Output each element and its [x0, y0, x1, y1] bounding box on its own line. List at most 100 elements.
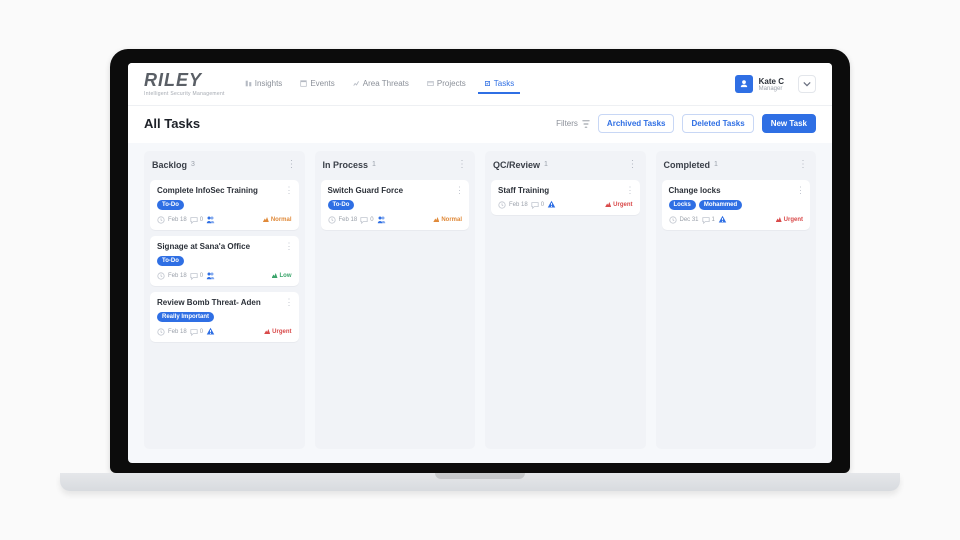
card-comments: 0: [200, 329, 203, 335]
user-role: Manager: [759, 86, 784, 92]
toolbar: All Tasks Filters Archived Tasks Deleted…: [128, 106, 832, 143]
task-card[interactable]: ⋮Change locksLocksMohammedDec 311Urgent: [662, 180, 811, 230]
card-title: Change locks: [669, 186, 804, 195]
card-date: Feb 18: [168, 273, 187, 279]
kanban-board: Backlog3⋮⋮Complete InfoSec TrainingTo-Do…: [128, 143, 832, 463]
card-meta: Dec 311Urgent: [669, 215, 804, 224]
nav-item-tasks[interactable]: Tasks: [478, 75, 520, 94]
users-icon: [206, 215, 215, 224]
clock-icon: [328, 216, 336, 224]
user-menu-button[interactable]: [798, 75, 816, 93]
card-menu-button[interactable]: ⋮: [285, 241, 294, 252]
column-qc-review: QC/Review1⋮⋮Staff TrainingFeb 180Urgent: [485, 151, 646, 449]
card-title: Review Bomb Threat- Aden: [157, 298, 292, 307]
avatar: [735, 75, 753, 93]
nav-item-projects[interactable]: Projects: [421, 75, 472, 94]
nav-icon: [245, 80, 252, 87]
nav-item-area-threats[interactable]: Area Threats: [347, 75, 415, 94]
card-date: Feb 18: [509, 202, 528, 208]
column-menu-button[interactable]: ⋮: [457, 159, 467, 170]
card-meta: Feb 180Low: [157, 271, 292, 280]
column-count: 3: [191, 161, 195, 168]
card-tags: To-Do: [157, 256, 292, 266]
column-menu-button[interactable]: ⋮: [628, 159, 638, 170]
nav-label: Insights: [255, 79, 283, 88]
card-title: Switch Guard Force: [328, 186, 463, 195]
column-header: Backlog3⋮: [150, 157, 299, 174]
clock-icon: [498, 201, 506, 209]
card-title: Staff Training: [498, 186, 633, 195]
alert-icon: [547, 200, 556, 209]
card-date: Dec 31: [680, 217, 699, 223]
nav-item-events[interactable]: Events: [294, 75, 340, 94]
tag: Locks: [669, 200, 696, 210]
laptop-base: [60, 473, 900, 491]
card-comments: 1: [712, 217, 715, 223]
card-menu-button[interactable]: ⋮: [455, 185, 464, 196]
chevron-down-icon: [803, 80, 811, 88]
card-tags: To-Do: [328, 200, 463, 210]
column-menu-button[interactable]: ⋮: [287, 159, 297, 170]
priority-badge: Normal: [263, 217, 292, 223]
column-header: QC/Review1⋮: [491, 157, 640, 174]
task-card[interactable]: ⋮Switch Guard Force To-Do Feb 180Normal: [321, 180, 470, 230]
tag: To-Do: [157, 200, 184, 210]
column-backlog: Backlog3⋮⋮Complete InfoSec TrainingTo-Do…: [144, 151, 305, 449]
card-tags: LocksMohammed: [669, 200, 804, 210]
column-in-process: In Process1⋮⋮Switch Guard ForceTo-DoFeb …: [315, 151, 476, 449]
filters-label: Filters: [556, 119, 578, 128]
column-header: Completed1 ⋮: [662, 157, 811, 174]
users-icon: [206, 271, 215, 280]
column-menu-button[interactable]: ⋮: [798, 159, 808, 170]
app-screen: RILEY Intelligent Security Management In…: [128, 63, 832, 463]
nav-icon: [427, 80, 434, 87]
card-meta: Feb 18 0 Normal: [157, 215, 292, 224]
card-comments: 0: [370, 217, 373, 223]
task-card[interactable]: ⋮Staff TrainingFeb 180Urgent: [491, 180, 640, 215]
filters-button[interactable]: Filters: [556, 119, 590, 128]
brand-name: RILEY: [144, 70, 202, 90]
task-card[interactable]: ⋮Complete InfoSec TrainingTo-DoFeb 180No…: [150, 180, 299, 230]
card-menu-button[interactable]: ⋮: [285, 297, 294, 308]
user-name: Kate C: [759, 77, 784, 86]
card-menu-button[interactable]: ⋮: [626, 185, 635, 196]
clock-icon: [157, 272, 165, 280]
card-meta: Feb 180Urgent: [157, 327, 292, 336]
card-menu-button[interactable]: ⋮: [796, 185, 805, 196]
column-title: In Process: [323, 160, 369, 170]
main-nav: Insights Events Area Threats Projects Tasks: [239, 75, 521, 94]
tag: Mohammed: [699, 200, 742, 210]
task-card[interactable]: ⋮Signage at Sana'a OfficeTo-DoFeb 180Low: [150, 236, 299, 286]
card-tags: To-Do: [157, 200, 292, 210]
nav-item-insights[interactable]: Insights: [239, 75, 289, 94]
priority-badge: Urgent: [264, 329, 291, 335]
column-count: 1: [372, 161, 376, 168]
card-comments: 0: [200, 217, 203, 223]
card-menu-button[interactable]: ⋮: [285, 185, 294, 196]
column-header: In Process1 ⋮: [321, 157, 470, 174]
deleted-tasks-button[interactable]: Deleted Tasks: [682, 114, 753, 133]
comment-icon: [190, 216, 198, 224]
nav-label: Projects: [437, 79, 466, 88]
brand-logo: RILEY Intelligent Security Management: [144, 71, 225, 97]
nav-label: Tasks: [494, 79, 514, 88]
column-count: 1: [544, 161, 548, 168]
clock-icon: [157, 328, 165, 336]
column-title: Completed: [664, 160, 711, 170]
task-card[interactable]: ⋮Review Bomb Threat- AdenReally Importan…: [150, 292, 299, 342]
column-count: 1: [714, 161, 718, 168]
nav-label: Area Threats: [363, 79, 409, 88]
archived-tasks-button[interactable]: Archived Tasks: [598, 114, 675, 133]
comment-icon: [190, 328, 198, 336]
user-chip[interactable]: Kate C Manager: [735, 75, 784, 93]
comment-icon: [190, 272, 198, 280]
filter-icon: [582, 120, 590, 128]
card-comments: 0: [541, 202, 544, 208]
new-task-button[interactable]: New Task: [762, 114, 816, 133]
card-meta: Feb 180Normal: [328, 215, 463, 224]
user-icon: [739, 79, 749, 89]
topbar: RILEY Intelligent Security Management In…: [128, 63, 832, 106]
users-icon: [377, 215, 386, 224]
card-date: Feb 18: [168, 217, 187, 223]
clock-icon: [669, 216, 677, 224]
